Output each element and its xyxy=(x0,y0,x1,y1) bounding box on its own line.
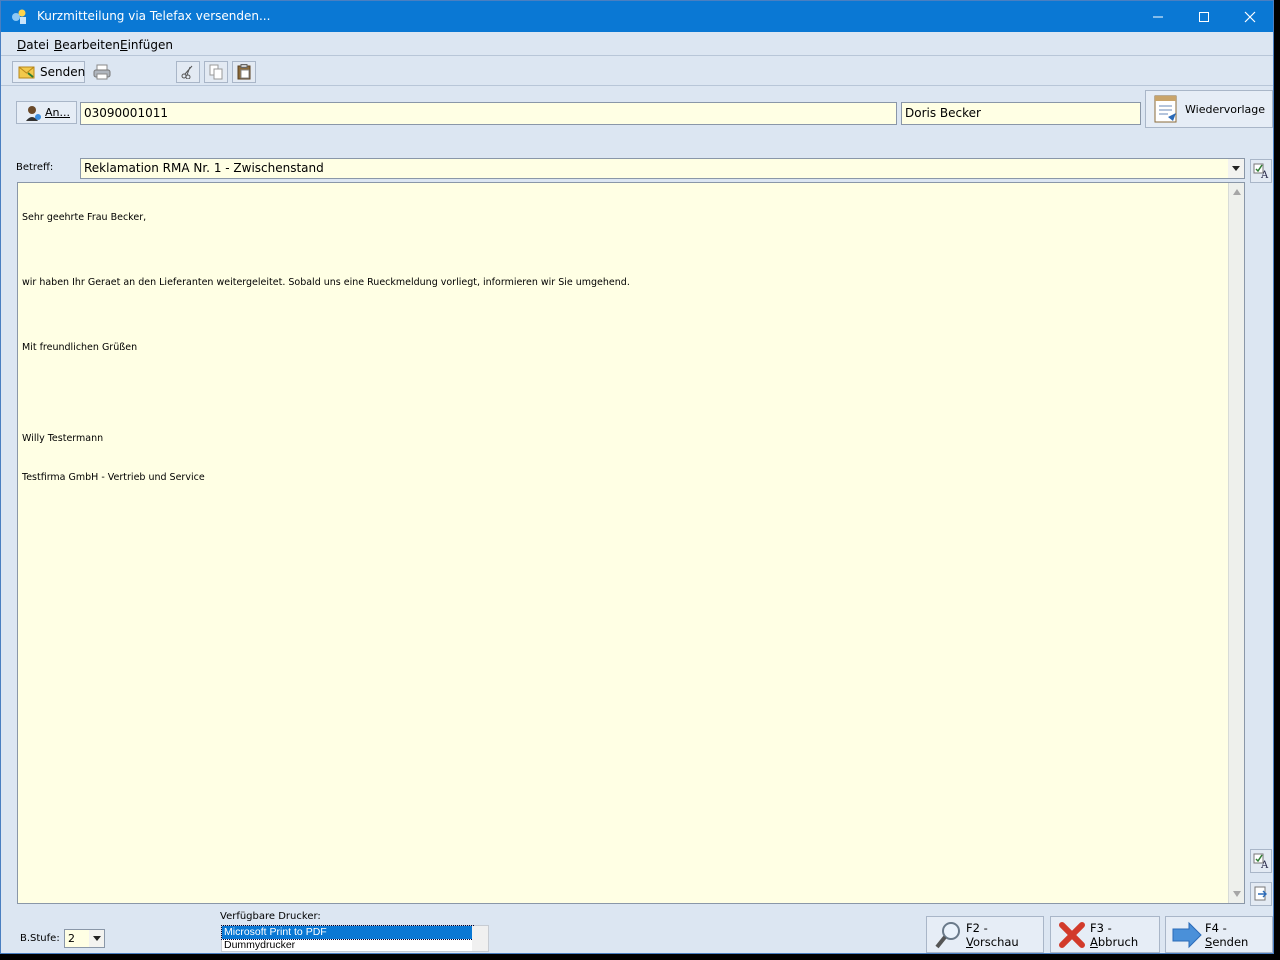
maximize-button[interactable] xyxy=(1181,1,1227,32)
toolbar-send-label: Senden xyxy=(40,65,86,79)
close-button[interactable] xyxy=(1227,1,1273,32)
close-icon xyxy=(1244,11,1256,22)
scroll-up-icon[interactable] xyxy=(1233,189,1241,195)
menu-bar: Datei Bearbeiten Einfügen xyxy=(1,34,1273,56)
print-button[interactable] xyxy=(91,62,113,82)
magnifier-icon xyxy=(934,919,964,951)
svg-text:A: A xyxy=(1260,170,1269,179)
preview-label: F2 - Vorschau xyxy=(966,920,1019,949)
toolbar-send-button[interactable]: Senden xyxy=(12,61,85,83)
paste-icon xyxy=(237,64,251,80)
text-format-icon: A xyxy=(1253,163,1269,179)
printer-listbox[interactable]: Microsoft Print to PDF Dummydrucker xyxy=(221,925,489,952)
subject-format-button[interactable]: A xyxy=(1250,159,1272,183)
wiedervorlage-label: Wiedervorlage xyxy=(1185,102,1266,116)
subject-label: Betreff: xyxy=(16,162,54,173)
svg-text:A: A xyxy=(1260,860,1269,869)
chevron-down-icon xyxy=(92,936,101,941)
wiedervorlage-button[interactable]: Wiedervorlage xyxy=(1145,90,1273,128)
printer-item-selected[interactable]: Microsoft Print to PDF xyxy=(221,925,474,940)
message-body-text: Sehr geehrte Frau Becker, wir haben Ihr … xyxy=(22,212,630,483)
maximize-icon xyxy=(1199,11,1209,22)
send-label: F4 - Senden xyxy=(1205,920,1249,949)
toolbar: Senden xyxy=(1,58,1273,86)
text-format-icon: A xyxy=(1253,853,1269,869)
cut-button[interactable] xyxy=(176,61,200,83)
printers-label: Verfügbare Drucker: xyxy=(220,911,321,922)
menu-bearbeiten[interactable]: Bearbeiten xyxy=(54,38,120,52)
calendar-note-icon xyxy=(1151,93,1181,125)
send-button[interactable]: F4 - Senden xyxy=(1165,916,1273,953)
subject-dropdown-arrow[interactable] xyxy=(1228,159,1244,178)
body-format-button[interactable]: A xyxy=(1250,849,1272,873)
contact-person-icon xyxy=(24,104,42,122)
copy-button[interactable] xyxy=(204,61,228,83)
menu-einfuegen[interactable]: Einfügen xyxy=(120,38,173,52)
send-mail-icon xyxy=(18,64,36,80)
cancel-button[interactable]: F3 - Abbruch xyxy=(1050,916,1160,953)
body-vertical-scrollbar[interactable] xyxy=(1228,183,1244,903)
message-body-textarea[interactable]: Sehr geehrte Frau Becker, wir haben Ihr … xyxy=(17,182,1245,904)
minimize-button[interactable] xyxy=(1135,1,1181,32)
recipient-an-button[interactable]: An... xyxy=(16,101,77,124)
fax-number-field[interactable]: 03090001011 xyxy=(80,102,897,125)
bstufe-select[interactable]: 2 xyxy=(64,929,105,948)
cancel-label: F3 - Abbruch xyxy=(1090,920,1139,949)
app-icon xyxy=(10,8,28,26)
bstufe-dropdown-arrow[interactable] xyxy=(89,930,104,947)
insert-text-button[interactable] xyxy=(1250,882,1272,906)
arrow-right-icon xyxy=(1171,921,1203,949)
subject-value: Reklamation RMA Nr. 1 - Zwischenstand xyxy=(84,161,324,175)
recipient-name-field[interactable]: Doris Becker xyxy=(901,102,1141,125)
an-button-label: An... xyxy=(45,106,70,119)
copy-icon xyxy=(209,64,223,80)
bstufe-value: 2 xyxy=(68,932,75,945)
title-bar[interactable]: Kurzmitteilung via Telefax versenden... xyxy=(1,1,1273,32)
printer-item[interactable]: Dummydrucker xyxy=(222,939,473,952)
preview-button[interactable]: F2 - Vorschau xyxy=(926,916,1044,953)
fax-dialog-window: Kurzmitteilung via Telefax versenden... … xyxy=(0,0,1274,954)
printer-icon xyxy=(93,64,111,80)
chevron-down-icon xyxy=(1232,166,1240,171)
window-title: Kurzmitteilung via Telefax versenden... xyxy=(37,9,271,23)
paste-button[interactable] xyxy=(232,61,256,83)
scissors-icon xyxy=(181,65,193,79)
menu-datei[interactable]: Datei xyxy=(17,38,49,52)
minimize-icon xyxy=(1153,16,1163,17)
bstufe-label: B.Stufe: xyxy=(20,933,60,944)
printer-list-scrollbar[interactable] xyxy=(472,926,488,951)
insert-document-icon xyxy=(1254,886,1267,901)
red-x-icon xyxy=(1058,921,1086,949)
subject-combobox[interactable]: Reklamation RMA Nr. 1 - Zwischenstand xyxy=(80,158,1245,179)
scroll-down-icon[interactable] xyxy=(1233,891,1241,897)
